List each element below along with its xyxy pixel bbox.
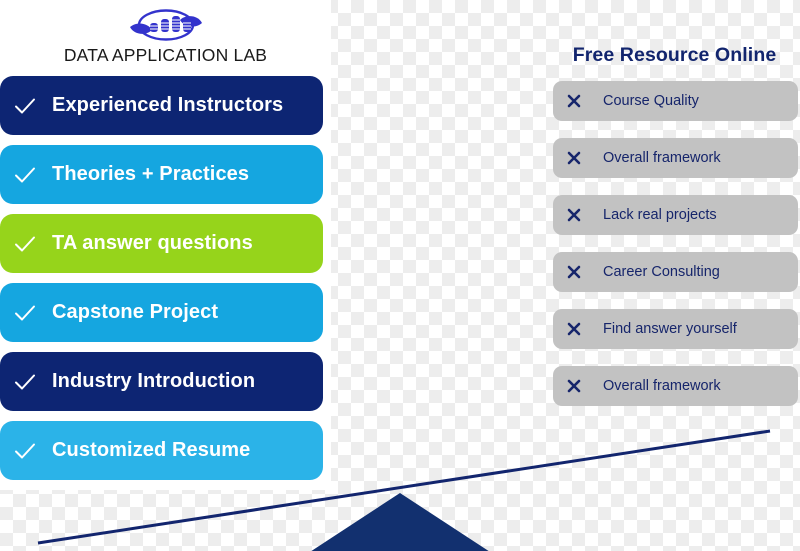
check-icon <box>15 443 35 458</box>
free-resource-item-4[interactable]: Career Consulting <box>553 252 798 292</box>
free-resource-item-2[interactable]: Overall framework <box>553 138 798 178</box>
x-icon <box>567 379 581 393</box>
advantage-label: Theories + Practices <box>52 163 250 185</box>
free-resource-title: Free Resource Online <box>572 44 777 66</box>
free-resource-label: Find answer yourself <box>603 321 737 337</box>
x-icon <box>567 265 581 279</box>
check-icon <box>15 236 35 251</box>
free-resource-label: Course Quality <box>603 93 699 109</box>
advantages-list: Experienced Instructors Theories + Pract… <box>0 76 323 490</box>
free-resource-item-6[interactable]: Overall framework <box>553 366 798 406</box>
check-icon <box>15 98 35 113</box>
free-resource-item-1[interactable]: Course Quality <box>553 81 798 121</box>
check-icon <box>15 374 35 389</box>
advantage-item-3[interactable]: TA answer questions <box>0 214 323 273</box>
free-resource-column: Free Resource Online Course Quality Over… <box>553 44 800 423</box>
free-resource-label: Overall framework <box>603 150 721 166</box>
advantage-label: Customized Resume <box>52 439 251 461</box>
free-resource-label: Career Consulting <box>603 264 720 280</box>
fulcrum-triangle-icon <box>311 493 489 551</box>
advantage-label: Experienced Instructors <box>52 94 284 116</box>
advantage-item-1[interactable]: Experienced Instructors <box>0 76 323 135</box>
x-icon <box>567 208 581 222</box>
x-icon <box>567 322 581 336</box>
advantage-label: Industry Introduction <box>52 370 256 392</box>
advantage-label: TA answer questions <box>52 232 253 254</box>
database-orbit-logo-icon <box>129 9 202 41</box>
free-resource-item-5[interactable]: Find answer yourself <box>553 309 798 349</box>
advantage-item-6[interactable]: Customized Resume <box>0 421 323 480</box>
advantage-label: Capstone Project <box>52 301 219 323</box>
check-icon <box>15 167 35 182</box>
free-resource-label: Overall framework <box>603 378 721 394</box>
x-icon <box>567 151 581 165</box>
free-resource-item-3[interactable]: Lack real projects <box>553 195 798 235</box>
x-icon <box>567 94 581 108</box>
advantage-item-5[interactable]: Industry Introduction <box>0 352 323 411</box>
advantage-item-4[interactable]: Capstone Project <box>0 283 323 342</box>
check-icon <box>15 305 35 320</box>
infographic-canvas: DATA APPLICATION LAB Experienced Instruc… <box>0 0 800 551</box>
free-resource-label: Lack real projects <box>603 207 717 223</box>
advantage-item-2[interactable]: Theories + Practices <box>0 145 323 204</box>
brand-logo: DATA APPLICATION LAB <box>0 4 331 74</box>
brand-name: DATA APPLICATION LAB <box>63 45 268 65</box>
